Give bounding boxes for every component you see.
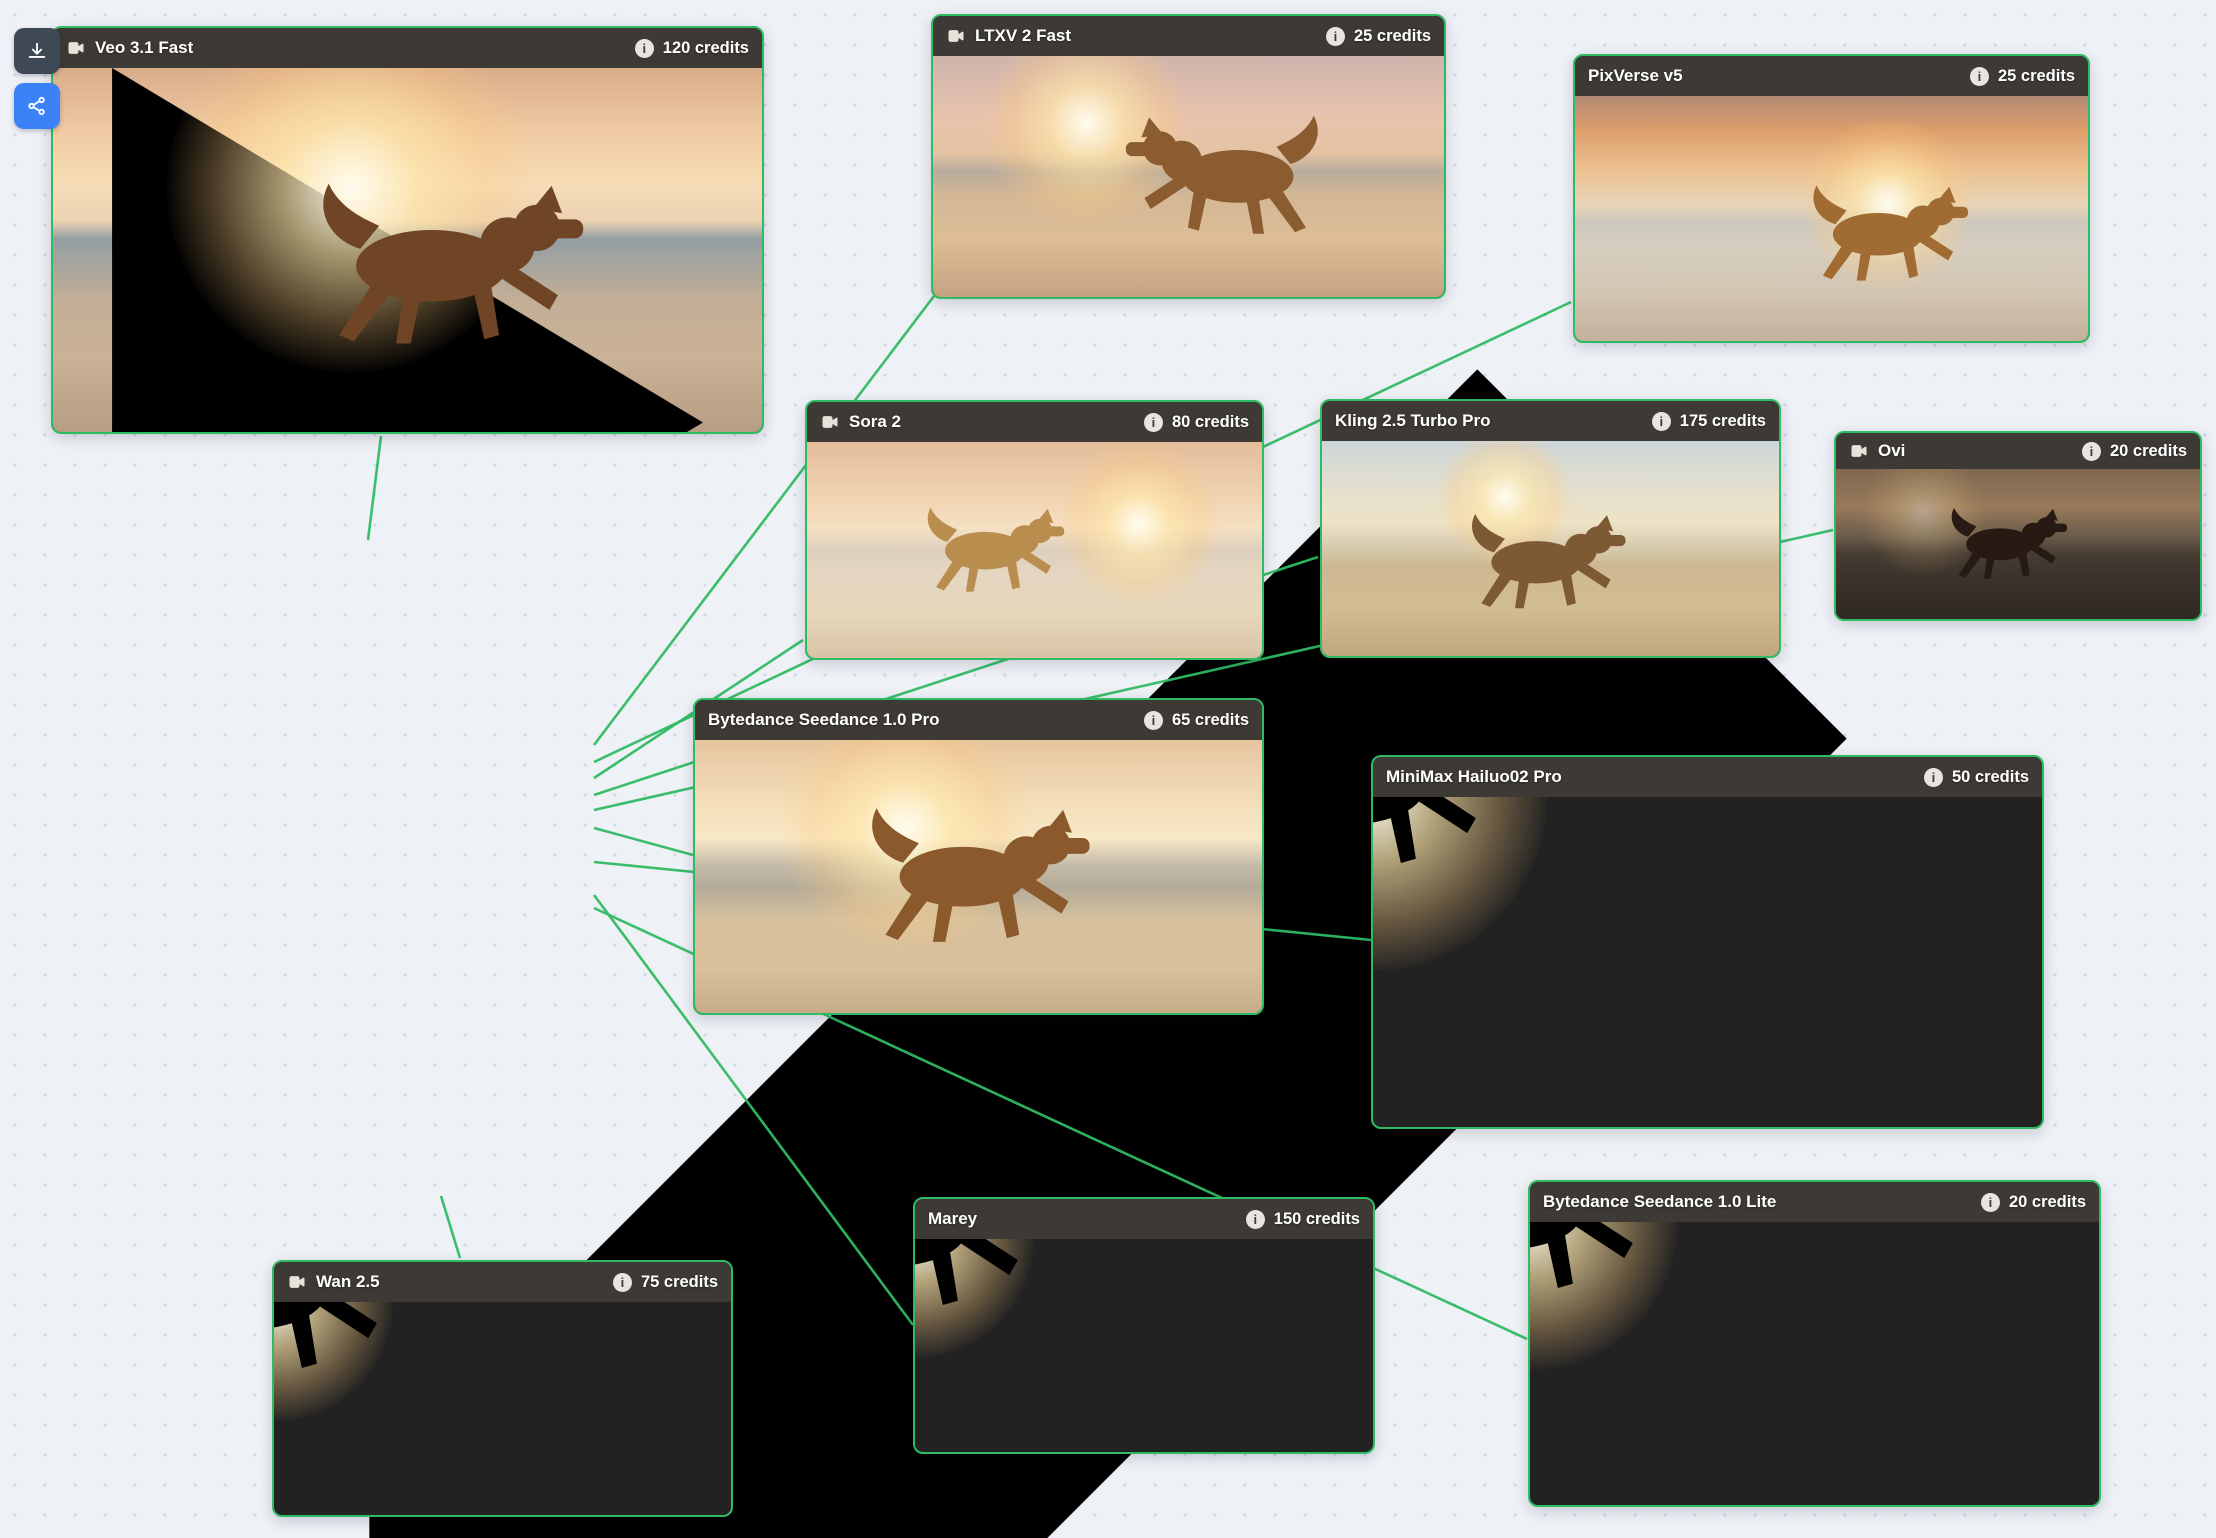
video-preview[interactable] [1575,96,2088,341]
card-title: PixVerse v5 [1588,66,1961,86]
video-preview[interactable]: 0:02 / 0:08 [53,68,762,432]
info-icon[interactable]: i [1924,768,1943,787]
video-preview[interactable] [933,56,1444,297]
dog-silhouette [308,177,606,366]
card-header: Marey i 150 credits [915,1199,1373,1239]
info-icon[interactable]: i [1652,412,1671,431]
card-credits: 65 credits [1172,711,1249,730]
canvas-toolbar [14,28,60,129]
info-icon[interactable]: i [1970,67,1989,86]
card-credits: 50 credits [1952,768,2029,787]
card-title: Ovi [1878,441,2073,461]
dog-silhouette [848,803,1120,961]
camera-icon [946,26,966,46]
download-icon [26,40,48,62]
video-node-seedance-1-0-lite[interactable]: Bytedance Seedance 1.0 Lite i 20 credits [1528,1180,2101,1507]
video-preview[interactable] [1836,469,2200,619]
camera-icon [287,1272,307,1292]
info-icon[interactable]: i [1246,1210,1265,1229]
dog-silhouette [1530,1222,1680,1321]
video-preview[interactable] [695,740,1262,1013]
info-icon[interactable]: i [2082,442,2101,461]
card-header: Sora 2 i 80 credits [807,402,1262,442]
card-credits: 80 credits [1172,413,1249,432]
card-title: Veo 3.1 Fast [95,38,626,58]
card-header: Wan 2.5 i 75 credits [274,1262,731,1302]
video-preview[interactable] [1373,797,2042,1127]
card-title: MiniMax Hailuo02 Pro [1386,767,1915,787]
card-title: Sora 2 [849,412,1135,432]
camera-icon [1849,441,1869,461]
card-title: Bytedance Seedance 1.0 Pro [708,710,1135,730]
card-header: Ovi i 20 credits [1836,433,2200,469]
dog-silhouette [274,1302,424,1401]
share-button[interactable] [14,83,60,129]
card-credits: 120 credits [663,39,749,58]
share-icon [26,95,48,117]
card-header: Bytedance Seedance 1.0 Lite i 20 credits [1530,1182,2099,1222]
info-icon[interactable]: i [1144,413,1163,432]
video-preview[interactable] [807,442,1262,658]
dog-silhouette [1107,111,1332,251]
video-node-kling-2-5-turbo-pro[interactable]: Kling 2.5 Turbo Pro i 175 credits [1320,399,1781,658]
info-icon[interactable]: i [1326,27,1345,46]
video-preview[interactable] [915,1239,1373,1452]
card-credits: 75 credits [641,1273,718,1292]
card-header: Kling 2.5 Turbo Pro i 175 credits [1322,401,1779,441]
camera-icon [820,412,840,432]
card-credits: 175 credits [1680,412,1766,431]
download-button[interactable] [14,28,60,74]
card-credits: 25 credits [1998,67,2075,86]
sun-glow [1057,442,1221,606]
card-title: LTXV 2 Fast [975,26,1317,46]
info-icon[interactable]: i [1981,1193,2000,1212]
card-credits: 25 credits [1354,27,1431,46]
card-credits: 20 credits [2110,442,2187,461]
video-node-pixverse-v5[interactable]: PixVerse v5 i 25 credits [1573,54,2090,343]
video-node-ltxv-2-fast[interactable]: LTXV 2 Fast i 25 credits [931,14,1446,299]
video-node-marey[interactable]: Marey i 150 credits [913,1197,1375,1454]
card-header: Veo 3.1 Fast i 120 credits [53,28,762,68]
card-credits: 150 credits [1274,1210,1360,1229]
video-node-sora-2[interactable]: Sora 2 i 80 credits [805,400,1264,660]
card-header: LTXV 2 Fast i 25 credits [933,16,1444,56]
node-canvas[interactable]: Veo 3.1 Fast i 120 credits 0:02 / 0:08 [0,0,2216,1538]
info-icon[interactable]: i [635,39,654,58]
card-title: Wan 2.5 [316,1272,604,1292]
card-credits: 20 credits [2009,1193,2086,1212]
video-preview[interactable] [1530,1222,2099,1505]
video-node-ovi[interactable]: Ovi i 20 credits [1834,431,2202,621]
dog-silhouette [915,1239,1065,1338]
card-title: Bytedance Seedance 1.0 Lite [1543,1192,1972,1212]
info-icon[interactable]: i [1144,711,1163,730]
dog-silhouette [1801,182,1986,295]
card-header: MiniMax Hailuo02 Pro i 50 credits [1373,757,2042,797]
info-icon[interactable]: i [613,1273,632,1292]
video-node-veo-3-1-fast[interactable]: Veo 3.1 Fast i 120 credits 0:02 / 0:08 [51,26,764,434]
video-node-minimax-hailuo02-pro[interactable]: MiniMax Hailuo02 Pro i 50 credits [1371,755,2044,1129]
video-preview[interactable] [1322,441,1779,656]
dog-silhouette [1373,797,1523,896]
card-title: Kling 2.5 Turbo Pro [1335,411,1643,431]
video-node-wan-2-5[interactable]: Wan 2.5 i 75 credits [272,1260,733,1517]
card-title: Marey [928,1209,1237,1229]
dog-silhouette [921,500,1076,608]
video-preview[interactable] [274,1302,731,1515]
card-header: Bytedance Seedance 1.0 Pro i 65 credits [695,700,1262,740]
card-header: PixVerse v5 i 25 credits [1575,56,2088,96]
video-node-seedance-1-0-pro[interactable]: Bytedance Seedance 1.0 Pro i 65 credits [693,698,1264,1015]
dog-silhouette [1459,510,1642,622]
dog-silhouette [1934,505,2087,589]
camera-icon [66,38,86,58]
